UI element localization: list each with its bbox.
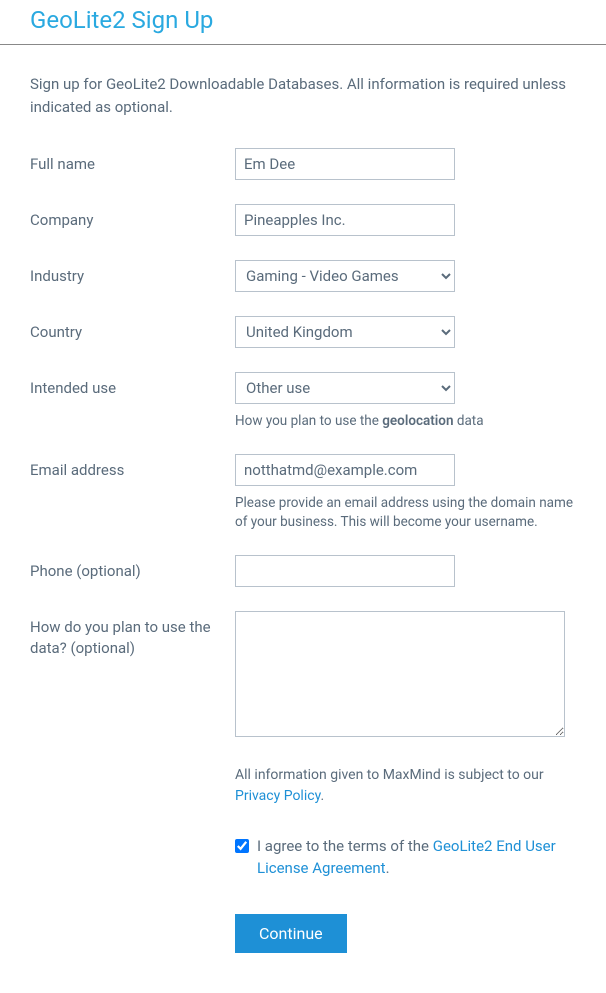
content: Sign up for GeoLite2 Downloadable Databa… [0,45,606,993]
row-country: Country United Kingdom [30,316,576,348]
agree-checkbox[interactable] [235,839,249,853]
phone-input[interactable] [235,555,455,587]
intro-text: Sign up for GeoLite2 Downloadable Databa… [30,73,576,118]
full-name-input[interactable] [235,148,455,180]
intended-use-hint: How you plan to use the geolocation data [235,412,575,432]
label-country: Country [30,316,235,343]
page-title: GeoLite2 Sign Up [30,6,606,34]
label-phone: Phone (optional) [30,555,235,582]
industry-select[interactable]: Gaming - Video Games [235,260,455,292]
row-phone: Phone (optional) [30,555,576,587]
row-company: Company [30,204,576,236]
agree-row: I agree to the terms of the GeoLite2 End… [235,835,575,880]
agree-text: I agree to the terms of the GeoLite2 End… [257,835,575,880]
plan-textarea[interactable] [235,611,565,737]
row-intended-use: Intended use Other use [30,372,576,404]
continue-button[interactable]: Continue [235,914,347,953]
label-email: Email address [30,454,235,481]
page-header: GeoLite2 Sign Up [0,0,606,45]
row-plan: How do you plan to use the data? (option… [30,611,576,741]
row-full-name: Full name [30,148,576,180]
label-full-name: Full name [30,148,235,175]
label-company: Company [30,204,235,231]
privacy-block: All information given to MaxMind is subj… [235,765,575,807]
row-email: Email address [30,454,576,486]
company-input[interactable] [235,204,455,236]
label-industry: Industry [30,260,235,287]
email-hint: Please provide an email address using th… [235,494,575,533]
label-plan: How do you plan to use the data? (option… [30,611,235,659]
label-intended-use: Intended use [30,372,235,399]
row-industry: Industry Gaming - Video Games [30,260,576,292]
email-input[interactable] [235,454,455,486]
button-row: Continue [235,914,576,953]
country-select[interactable]: United Kingdom [235,316,455,348]
privacy-policy-link[interactable]: Privacy Policy [235,788,320,804]
intended-use-select[interactable]: Other use [235,372,455,404]
